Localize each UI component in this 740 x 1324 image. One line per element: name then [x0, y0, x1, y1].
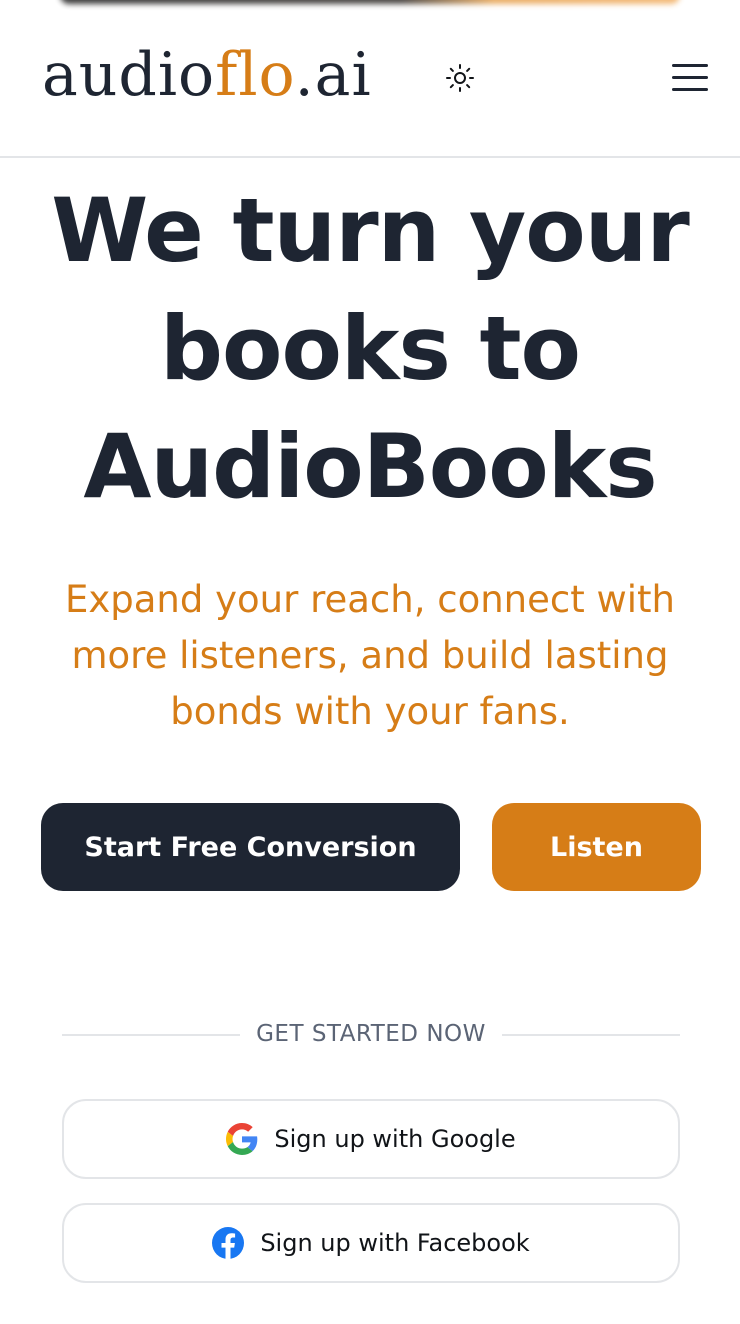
- logo[interactable]: audioflo.ai: [42, 40, 372, 110]
- divider-line-right: [502, 1034, 680, 1036]
- page: audioflo.ai We turn your books to AudioB…: [0, 0, 740, 1324]
- hero-subtitle-line: more listeners, and build lasting: [71, 634, 669, 677]
- hero-subtitle-line: Expand your reach, connect with: [65, 578, 675, 621]
- sun-icon: [446, 64, 474, 92]
- hero-title-line: books to: [160, 297, 581, 400]
- hero-title-line: AudioBooks: [83, 415, 657, 518]
- facebook-icon: [212, 1227, 245, 1259]
- get-started-divider-label: GET STARTED NOW: [256, 1021, 486, 1047]
- start-free-conversion-button[interactable]: Start Free Conversion: [41, 803, 460, 891]
- logo-part-audio: audio: [42, 40, 216, 110]
- hero-subtitle: Expand your reach, connect with more lis…: [40, 572, 700, 740]
- sign-up-google-label: Sign up with Google: [274, 1125, 516, 1153]
- menu-button[interactable]: [666, 56, 714, 100]
- sign-up-facebook-button[interactable]: Sign up with Facebook: [62, 1203, 680, 1283]
- hero-subtitle-line: bonds with your fans.: [170, 690, 570, 733]
- sign-up-google-button[interactable]: Sign up with Google: [62, 1099, 680, 1179]
- theme-toggle-button[interactable]: [440, 58, 480, 98]
- hamburger-menu-icon: [672, 88, 708, 91]
- google-icon: [226, 1123, 258, 1155]
- listen-button[interactable]: Listen: [492, 803, 701, 891]
- hamburger-menu-icon: [672, 76, 708, 79]
- site-header: audioflo.ai: [0, 0, 740, 158]
- hamburger-menu-icon: [672, 64, 708, 67]
- sign-up-facebook-label: Sign up with Facebook: [260, 1229, 530, 1257]
- hero-title: We turn your books to AudioBooks: [20, 172, 720, 526]
- hero-title-line: We turn your: [51, 179, 690, 282]
- logo-part-ai: .ai: [294, 40, 372, 110]
- logo-part-flo: flo: [215, 40, 295, 110]
- divider-line-left: [62, 1034, 240, 1036]
